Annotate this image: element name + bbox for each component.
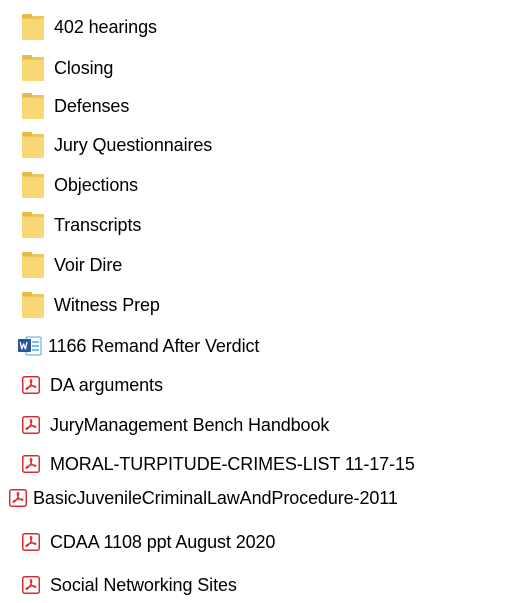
file-item-da-arguments[interactable]: DA arguments <box>22 368 163 402</box>
pdf-icon <box>22 533 40 551</box>
item-label: Defenses <box>54 96 130 116</box>
folder-item-402-hearings[interactable]: 402 hearings <box>22 10 157 44</box>
item-label: Objections <box>54 175 139 195</box>
folder-item-defenses[interactable]: Defenses <box>22 89 129 123</box>
pdf-icon <box>22 455 40 473</box>
pdf-icon <box>9 489 27 507</box>
folder-icon <box>22 212 44 238</box>
folder-item-transcripts[interactable]: Transcripts <box>22 208 141 242</box>
pdf-icon <box>22 416 40 434</box>
folder-item-voir-dire[interactable]: Voir Dire <box>22 248 122 282</box>
file-list: 402 hearings Closing Defenses Jury Quest… <box>0 0 506 603</box>
item-label: 1166 Remand After Verdict <box>48 336 260 356</box>
item-label: Witness Prep <box>54 295 160 315</box>
folder-icon <box>22 132 44 158</box>
pdf-icon <box>22 376 40 394</box>
item-label: Closing <box>54 58 114 78</box>
file-item-social-networking[interactable]: Social Networking Sites <box>22 568 237 602</box>
folder-item-closing[interactable]: Closing <box>22 51 113 85</box>
word-doc-icon <box>18 336 42 356</box>
folder-icon <box>22 292 44 318</box>
item-label: BasicJuvenileCriminalLawAndProcedure-201… <box>33 488 398 508</box>
folder-icon <box>22 93 44 119</box>
item-label: Transcripts <box>54 215 142 235</box>
pdf-icon <box>22 576 40 594</box>
folder-item-jury-questionnaires[interactable]: Jury Questionnaires <box>22 128 212 162</box>
folder-item-witness-prep[interactable]: Witness Prep <box>22 288 160 322</box>
folder-icon <box>22 172 44 198</box>
folder-item-objections[interactable]: Objections <box>22 168 138 202</box>
file-item-cdaa-1108[interactable]: CDAA 1108 ppt August 2020 <box>22 525 275 559</box>
item-label: CDAA 1108 ppt August 2020 <box>50 532 276 552</box>
folder-icon <box>22 14 44 40</box>
file-item-jury-management[interactable]: JuryManagement Bench Handbook <box>22 408 329 442</box>
item-label: Social Networking Sites <box>50 575 237 595</box>
folder-icon <box>22 55 44 81</box>
folder-icon <box>22 252 44 278</box>
item-label: MORAL-TURPITUDE-CRIMES-LIST 11-17-15 <box>50 454 415 474</box>
file-item-basic-juvenile[interactable]: BasicJuvenileCriminalLawAndProcedure-201… <box>9 481 398 515</box>
file-item-1166-remand[interactable]: 1166 Remand After Verdict <box>18 329 259 363</box>
item-label: Jury Questionnaires <box>54 135 213 155</box>
item-label: DA arguments <box>50 375 163 395</box>
item-label: Voir Dire <box>54 255 123 275</box>
item-label: JuryManagement Bench Handbook <box>50 415 330 435</box>
file-item-moral-turpitude[interactable]: MORAL-TURPITUDE-CRIMES-LIST 11-17-15 <box>22 447 415 481</box>
item-label: 402 hearings <box>54 17 157 37</box>
